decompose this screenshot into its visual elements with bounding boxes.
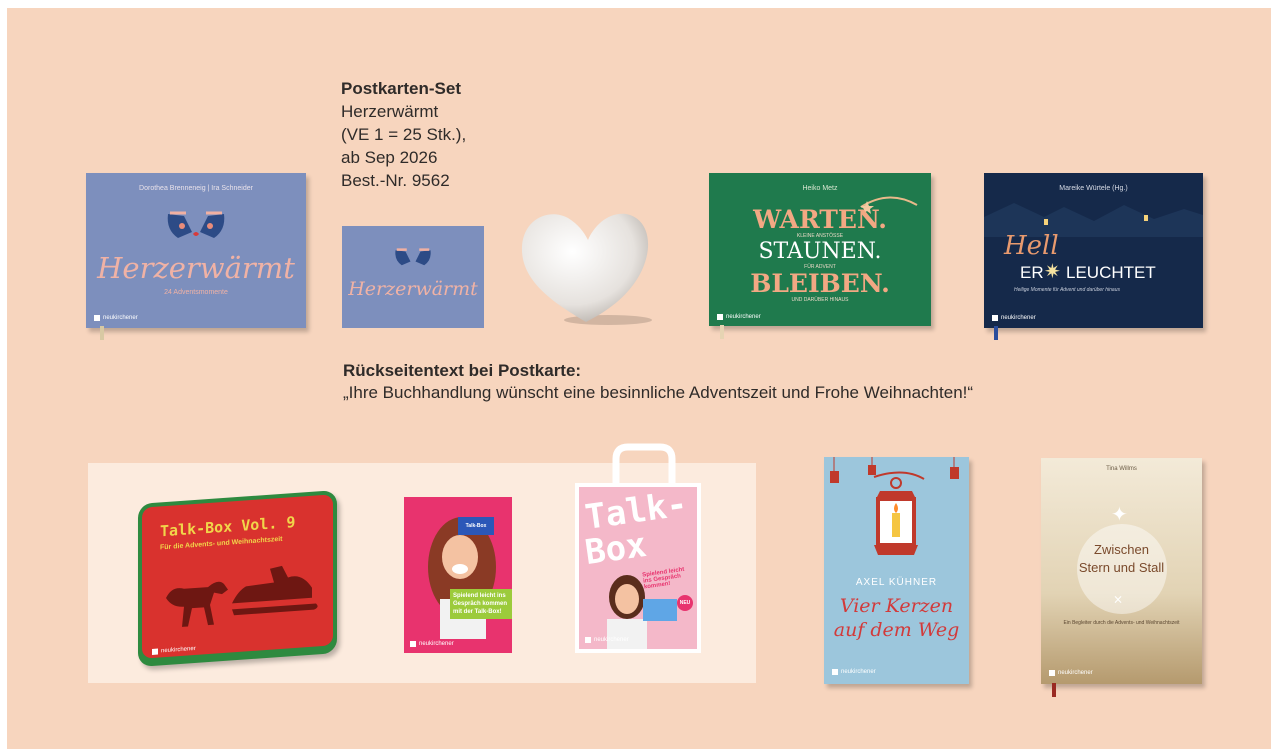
book-author: Mareike Würtele (Hg.)	[1059, 185, 1128, 192]
info-line: Herzerwärmt	[341, 102, 439, 121]
publisher-logo: neukirchener	[1049, 670, 1093, 676]
sleigh-icon	[166, 565, 318, 627]
publisher-logo: neukirchener	[717, 314, 761, 320]
book-subtitle: Ein Begleiter durch die Advents- und Wei…	[1063, 620, 1180, 626]
book-small-text: UND DARÜBER HINAUS	[791, 297, 849, 303]
manger-icon: ⨯	[1113, 592, 1124, 606]
book-subtitle: 24 Adventsmomente	[164, 289, 228, 296]
talkbox-poster[interactable]: Talk-Box Spielend leicht ins Gespräch ko…	[404, 497, 512, 653]
info-line: (VE 1 = 25 Stk.),	[341, 125, 467, 144]
book-title-line: BLEIBEN.	[750, 269, 890, 298]
publisher-logo: neukirchener	[410, 641, 454, 647]
bag-title-line: Box	[582, 524, 649, 574]
book-title-line: WARTEN.	[753, 205, 887, 234]
book-title-line: Zwischen	[1094, 542, 1149, 557]
book-zwischen-stern-und-stall[interactable]: Tina Willms ✦ Zwischen Stern und Stall ⨯…	[1041, 458, 1202, 684]
mittens-icon	[167, 211, 225, 238]
book-title-script: Hell	[1004, 231, 1059, 261]
mittens-icon	[395, 248, 431, 266]
bookmark-ribbon	[720, 325, 724, 339]
publisher-logo: neukirchener	[94, 315, 138, 321]
talkbox-tin[interactable]: Talk-Box Vol. 9 Für die Advents- und Wei…	[138, 490, 337, 667]
book-author: Tina Willms	[1106, 466, 1137, 472]
bookmark-ribbon	[1052, 683, 1056, 697]
info-line: Best.-Nr. 9562	[341, 171, 450, 190]
book-hell-erleuchtet[interactable]: Mareike Würtele (Hg.) Hell ER ✷ LEUCHTET…	[984, 173, 1203, 328]
publisher-logo: neukirchener	[585, 637, 629, 643]
book-vier-kerzen[interactable]: AXEL KÜHNER Vier Kerzen auf dem Weg neuk…	[824, 457, 969, 684]
book-subtitle: Heilige Momente für Advent und darüber h…	[1014, 287, 1120, 293]
info-line: ab Sep 2026	[341, 148, 438, 167]
star-icon: ✷	[1044, 261, 1061, 283]
book-author: AXEL KÜHNER	[855, 577, 938, 588]
book-title-line: auf dem Weg	[833, 619, 960, 641]
book-author: Dorothea Brenneneig | Ira Schneider	[139, 185, 253, 192]
publisher-logo: neukirchener	[992, 315, 1036, 321]
postcard-title: Herzerwärmt	[348, 278, 478, 300]
book-title-rest: LEUCHTET	[1066, 263, 1156, 282]
book-warten-staunen-bleiben[interactable]: Heiko Metz WARTEN. KLEINE ANSTÖSSE STAUN…	[709, 173, 931, 326]
bookmark-ribbon	[994, 326, 998, 340]
note-title: Rückseitentext bei Postkarte:	[343, 361, 582, 380]
bookmark-ribbon	[100, 326, 104, 340]
info-title: Postkarten-Set	[341, 79, 461, 98]
bag-badge: NEU	[677, 595, 693, 611]
book-title-er: ER	[1020, 263, 1044, 282]
lantern-icon	[830, 457, 959, 555]
postcard-info: Postkarten-Set Herzerwärmt (VE 1 = 25 St…	[341, 77, 541, 192]
poster-badge: Spielend leicht ins Gespräch kommen mit …	[450, 589, 512, 619]
note-text: „Ihre Buchhandlung wünscht eine besinnli…	[343, 383, 974, 402]
book-title-line: Vier Kerzen	[839, 595, 954, 617]
poster-card: Talk-Box	[458, 517, 494, 535]
book-title-line: STAUNEN.	[758, 239, 882, 264]
heart-object[interactable]	[516, 204, 656, 328]
talkbox-bag[interactable]: Talk- Box Spielend leicht ins Gespräch k…	[575, 483, 701, 653]
book-title: Herzerwärmt	[97, 251, 295, 285]
book-title-line: Stern und Stall	[1078, 560, 1165, 575]
postcard-herzerwaermt[interactable]: Herzerwärmt	[342, 226, 484, 328]
backside-note: Rückseitentext bei Postkarte: „Ihre Buch…	[343, 360, 973, 404]
book-herzerwaermt[interactable]: Dorothea Brenneneig | Ira Schneider Herz…	[86, 173, 306, 328]
bag-product-box	[643, 599, 677, 621]
publisher-logo: neukirchener	[832, 669, 876, 675]
handle-icon	[612, 443, 676, 489]
